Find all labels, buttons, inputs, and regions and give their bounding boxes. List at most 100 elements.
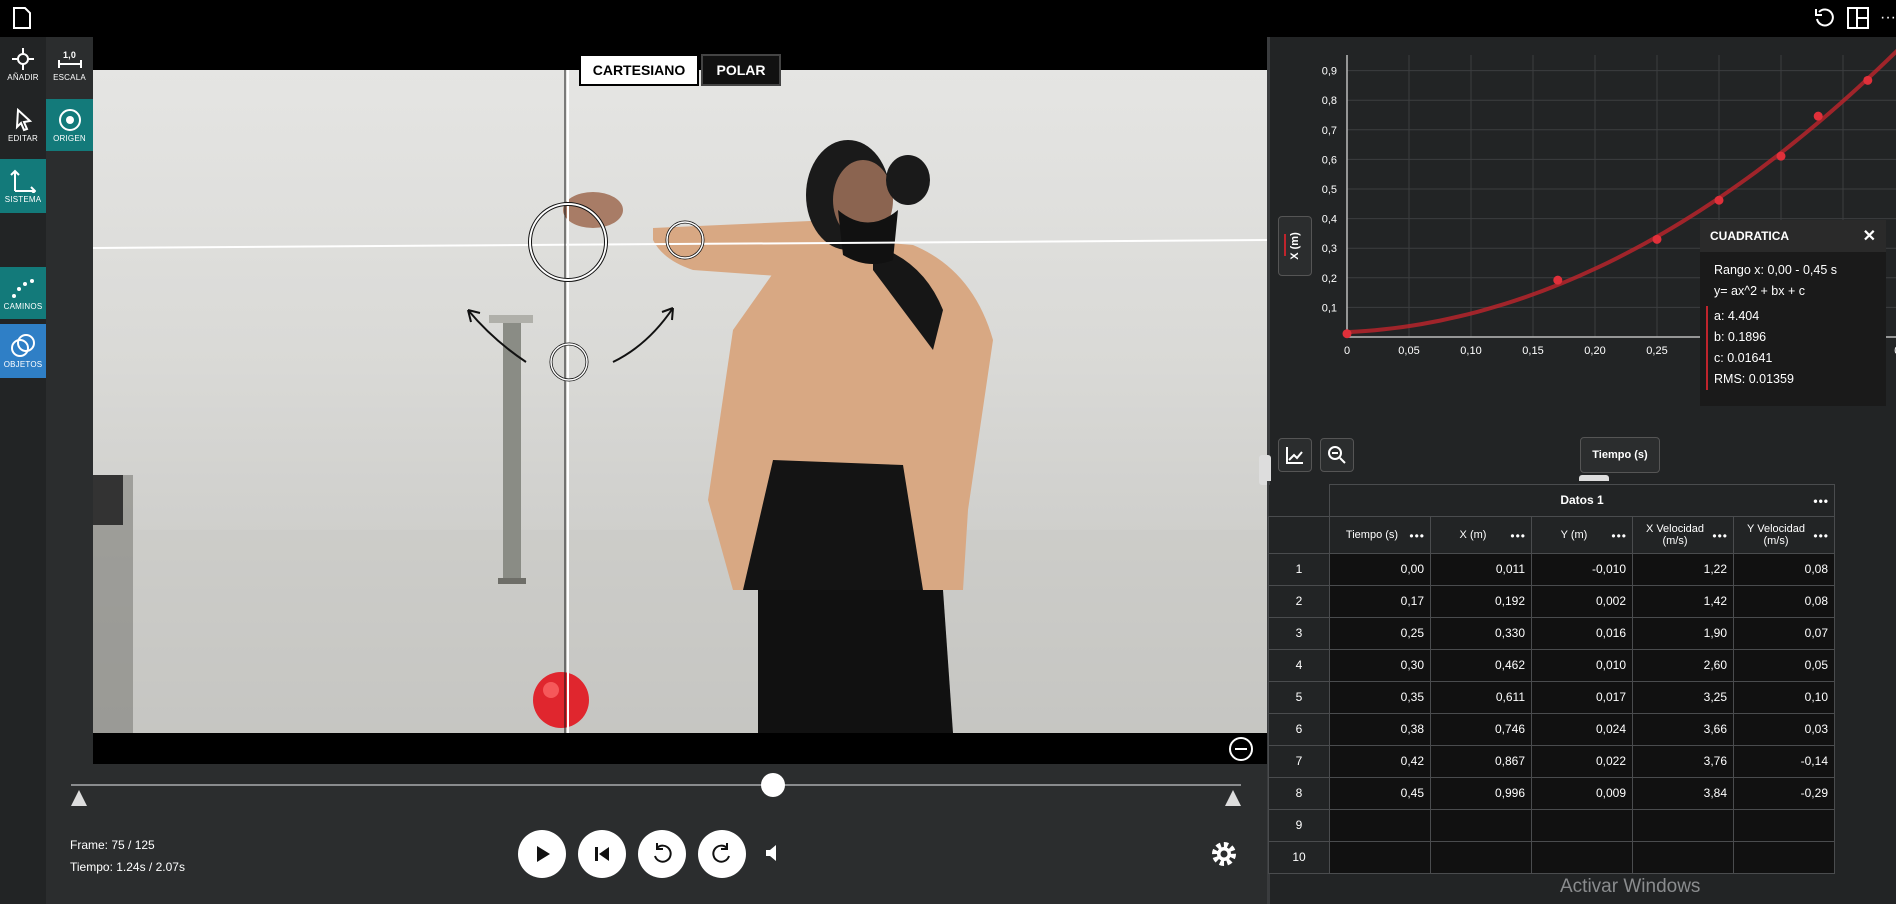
table-cell[interactable]: 0,996: [1430, 776, 1532, 810]
paths-tool[interactable]: CAMINOS: [0, 267, 46, 319]
table-cell[interactable]: 0,867: [1430, 744, 1532, 778]
table-cell[interactable]: 1,42: [1632, 584, 1734, 618]
volume-icon[interactable]: [764, 842, 782, 869]
column-menu-icon[interactable]: •••: [1510, 529, 1526, 543]
table-cell[interactable]: 0,016: [1531, 616, 1633, 650]
skip-start-button[interactable]: [578, 830, 626, 878]
table-cell[interactable]: 0,002: [1531, 584, 1633, 618]
table-cell[interactable]: 0,35: [1329, 680, 1431, 714]
play-button[interactable]: [518, 830, 566, 878]
column-header[interactable]: Tiempo (s) •••: [1329, 515, 1431, 554]
table-cell[interactable]: 0,330: [1430, 616, 1532, 650]
table-cell[interactable]: [1329, 840, 1431, 874]
table-cell[interactable]: [1531, 808, 1633, 842]
table-cell[interactable]: -0,010: [1531, 552, 1633, 586]
document-icon[interactable]: [8, 4, 36, 32]
x-tick-label: 0: [1344, 345, 1350, 357]
table-cell[interactable]: [1430, 840, 1532, 874]
table-cell[interactable]: 0,08: [1733, 552, 1835, 586]
table-cell[interactable]: 0,024: [1531, 712, 1633, 746]
video-frame[interactable]: [93, 70, 1267, 733]
table-cell[interactable]: 1,90: [1632, 616, 1734, 650]
table-cell[interactable]: 0,011: [1430, 552, 1532, 586]
table-cell[interactable]: 0,010: [1531, 648, 1633, 682]
table-cell[interactable]: 3,66: [1632, 712, 1734, 746]
table-cell[interactable]: 1,22: [1632, 552, 1734, 586]
table-cell[interactable]: 2,60: [1632, 648, 1734, 682]
step-forward-button[interactable]: [698, 830, 746, 878]
table-cell[interactable]: 0,07: [1733, 616, 1835, 650]
step-back-button[interactable]: [638, 830, 686, 878]
objects-tool[interactable]: OBJETOS: [0, 324, 46, 378]
end-marker-icon[interactable]: [1225, 790, 1241, 806]
column-header[interactable]: X (m) •••: [1430, 515, 1532, 554]
table-cell[interactable]: 0,462: [1430, 648, 1532, 682]
data-point[interactable]: [1863, 75, 1873, 85]
table-cell[interactable]: 3,76: [1632, 744, 1734, 778]
table-cell[interactable]: 0,611: [1430, 680, 1532, 714]
video-zoom-out-icon[interactable]: [1229, 737, 1253, 761]
table-cell[interactable]: 0,192: [1430, 584, 1532, 618]
x-axis-selector[interactable]: Tiempo (s): [1580, 437, 1660, 473]
data-point[interactable]: [1714, 195, 1724, 205]
table-cell[interactable]: 0,10: [1733, 680, 1835, 714]
add-tool[interactable]: AÑADIR: [0, 38, 46, 90]
data-point[interactable]: [1553, 275, 1563, 285]
system-tool[interactable]: SISTEMA: [0, 159, 46, 213]
table-cell[interactable]: 0,009: [1531, 776, 1633, 810]
cartesian-button[interactable]: CARTESIANO: [579, 54, 699, 86]
more-icon[interactable]: ···: [1874, 4, 1896, 32]
close-icon[interactable]: ✕: [1863, 226, 1876, 246]
column-menu-icon[interactable]: •••: [1409, 529, 1425, 543]
edit-tool[interactable]: EDITAR: [0, 99, 46, 151]
table-cell[interactable]: [1430, 808, 1532, 842]
data-point[interactable]: [1813, 111, 1823, 121]
scale-tool[interactable]: 1,0 ESCALA: [46, 38, 93, 90]
column-menu-icon[interactable]: •••: [1712, 529, 1728, 543]
table-cell[interactable]: 0,03: [1733, 712, 1835, 746]
table-cell[interactable]: -0,29: [1733, 776, 1835, 810]
table-menu-icon[interactable]: •••: [1813, 494, 1829, 508]
table-cell[interactable]: [1733, 808, 1835, 842]
table-cell[interactable]: 0,42: [1329, 744, 1431, 778]
table-cell[interactable]: [1632, 808, 1734, 842]
table-cell[interactable]: 0,05: [1733, 648, 1835, 682]
data-point[interactable]: [1776, 151, 1786, 161]
chart-type-button[interactable]: [1278, 438, 1312, 472]
layout-icon[interactable]: [1844, 4, 1872, 32]
table-cell[interactable]: 3,25: [1632, 680, 1734, 714]
data-point[interactable]: [1342, 329, 1352, 339]
origin-tool[interactable]: ORIGEN: [46, 99, 93, 151]
table-cell[interactable]: 0,38: [1329, 712, 1431, 746]
polar-button[interactable]: POLAR: [701, 54, 781, 86]
y-axis-selector[interactable]: X (m): [1278, 216, 1312, 276]
table-cell[interactable]: [1531, 840, 1633, 874]
table-cell[interactable]: 0,17: [1329, 584, 1431, 618]
table-cell[interactable]: [1632, 840, 1734, 874]
column-header[interactable]: Y (m) •••: [1531, 515, 1633, 554]
table-cell[interactable]: -0,14: [1733, 744, 1835, 778]
settings-gear-icon[interactable]: [1210, 840, 1238, 873]
start-marker-icon[interactable]: [71, 790, 87, 806]
table-cell[interactable]: 3,84: [1632, 776, 1734, 810]
timeline-track[interactable]: [71, 784, 1241, 786]
chart-zoom-button[interactable]: [1320, 438, 1354, 472]
table-cell[interactable]: [1733, 840, 1835, 874]
table-cell[interactable]: 0,022: [1531, 744, 1633, 778]
table-cell[interactable]: 0,00: [1329, 552, 1431, 586]
table-cell[interactable]: 0,746: [1430, 712, 1532, 746]
column-menu-icon[interactable]: •••: [1611, 529, 1627, 543]
table-cell[interactable]: 0,08: [1733, 584, 1835, 618]
column-menu-icon[interactable]: •••: [1813, 529, 1829, 543]
column-header[interactable]: Y Velocidad (m/s) •••: [1733, 515, 1835, 554]
table-cell[interactable]: 0,45: [1329, 776, 1431, 810]
data-point[interactable]: [1652, 234, 1662, 244]
line-chart-icon: [1286, 447, 1303, 464]
column-header[interactable]: X Velocidad (m/s) •••: [1632, 515, 1734, 554]
table-cell[interactable]: [1329, 808, 1431, 842]
reset-icon[interactable]: [1810, 4, 1838, 32]
timeline-thumb[interactable]: [761, 773, 785, 797]
table-cell[interactable]: 0,25: [1329, 616, 1431, 650]
table-cell[interactable]: 0,30: [1329, 648, 1431, 682]
table-cell[interactable]: 0,017: [1531, 680, 1633, 714]
